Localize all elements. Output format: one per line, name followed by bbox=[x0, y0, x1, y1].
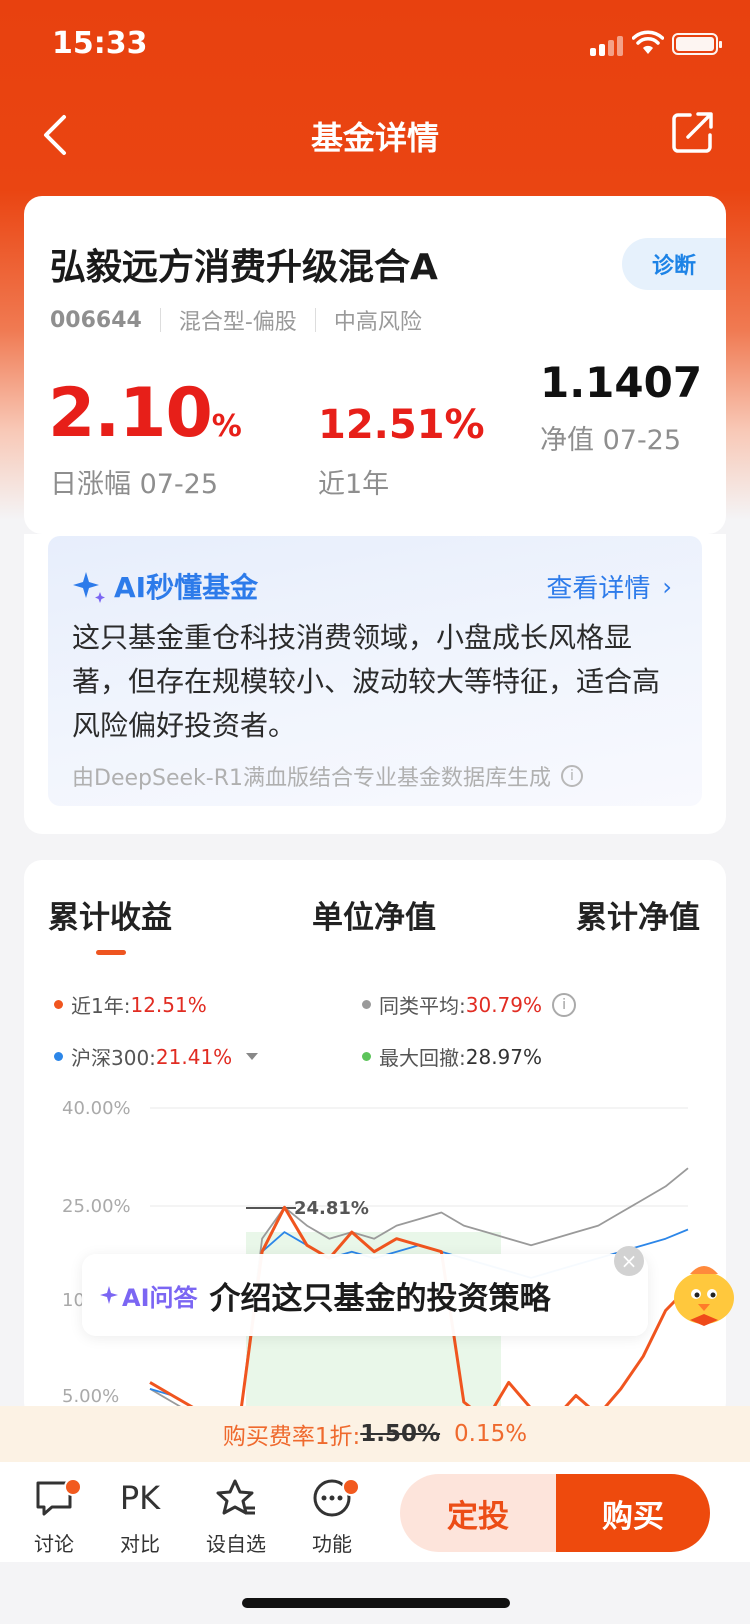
battery-icon bbox=[672, 33, 722, 55]
functions-button[interactable]: 功能 bbox=[292, 1476, 372, 1557]
nav-label: 净值 07-25 bbox=[540, 425, 682, 456]
nav-value: 1.1407 bbox=[540, 358, 703, 407]
star-icon bbox=[216, 1479, 255, 1515]
mascot-chick-icon[interactable] bbox=[660, 1246, 750, 1336]
notification-badge bbox=[342, 1478, 360, 1496]
ai-ask-text: 介绍这只基金的投资策略 bbox=[209, 1280, 551, 1317]
sparkle-icon bbox=[100, 1286, 118, 1304]
bottom-action-bar: 讨论 PK 对比 设自选 功能 定投 购买 bbox=[0, 1462, 750, 1562]
fee-old-rate: 1.50% bbox=[360, 1421, 441, 1447]
sparkle-icon bbox=[73, 572, 105, 603]
return-chart[interactable]: 24.81% bbox=[24, 860, 726, 1420]
status-time: 15:33 bbox=[52, 26, 148, 61]
info-icon[interactable]: i bbox=[560, 765, 583, 787]
divider bbox=[314, 308, 316, 332]
notification-badge bbox=[64, 1478, 82, 1496]
ai-summary-card: AI秒懂基金 查看详情 › 这只基金重仓科技消费领域，小盘成长风格显著，但存在规… bbox=[24, 534, 726, 834]
fund-type: 混合型-偏股 bbox=[178, 310, 297, 335]
share-icon[interactable] bbox=[670, 109, 716, 155]
fee-prefix: 购买费率1折: bbox=[222, 1424, 361, 1450]
compare-button[interactable]: PK 对比 bbox=[100, 1476, 180, 1557]
home-indicator bbox=[242, 1598, 510, 1608]
chevron-right-icon: › bbox=[662, 572, 672, 601]
wifi-icon bbox=[632, 30, 664, 54]
ai-summary-text: 这只基金重仓科技消费领域，小盘成长风格显著，但存在规模较小、波动较大等特征，适合… bbox=[72, 621, 661, 742]
view-details-link[interactable]: 查看详情 › bbox=[546, 568, 672, 605]
fund-summary-card: 弘毅远方消费升级混合A 诊断 006644 混合型-偏股 中高风险 2.10% … bbox=[24, 196, 726, 534]
ai-summary-box[interactable]: AI秒懂基金 查看详情 › 这只基金重仓科技消费领域，小盘成长风格显著，但存在规… bbox=[48, 536, 702, 806]
signal-icon bbox=[590, 34, 626, 56]
ai-ask-tag: AI问答 bbox=[100, 1278, 198, 1313]
fund-code: 006644 bbox=[50, 307, 142, 333]
fund-name: 弘毅远方消费升级混合A bbox=[50, 247, 438, 288]
navigation-bar: 基金详情 bbox=[0, 95, 750, 175]
diagnose-button[interactable]: 诊断 bbox=[622, 238, 726, 290]
divider bbox=[159, 308, 161, 332]
daily-change-value: 2.10% bbox=[48, 374, 242, 453]
close-icon[interactable]: × bbox=[614, 1246, 644, 1276]
fee-new-rate: 0.15% bbox=[454, 1421, 528, 1447]
performance-chart-card: 累计收益 单位净值 累计净值 近1年: 12.51% 同类平均: 30.79% i … bbox=[24, 860, 726, 1420]
ai-ask-bubble[interactable]: AI问答 介绍这只基金的投资策略 bbox=[82, 1254, 648, 1336]
year-change-value: 12.51% bbox=[318, 402, 485, 448]
discuss-button[interactable]: 讨论 bbox=[14, 1476, 94, 1557]
ai-summary-title: AI秒懂基金 bbox=[72, 566, 258, 606]
pk-icon: PK bbox=[119, 1479, 161, 1517]
daily-change-label: 日涨幅 07-25 bbox=[50, 469, 219, 500]
fee-banner[interactable]: 购买费率1折: 1.50% 0.15% bbox=[0, 1406, 750, 1462]
peak-annotation: 24.81% bbox=[294, 1198, 369, 1219]
year-change-label: 近1年 bbox=[318, 469, 390, 500]
add-watchlist-button[interactable]: 设自选 bbox=[196, 1476, 276, 1557]
ai-footnote: 由DeepSeek-R1满血版结合专业基金数据库生成 i bbox=[72, 760, 583, 792]
page-title: 基金详情 bbox=[310, 119, 439, 157]
sip-button[interactable]: 定投 bbox=[400, 1474, 556, 1552]
status-bar: 15:33 bbox=[0, 0, 750, 90]
fund-meta: 006644 混合型-偏股 中高风险 bbox=[50, 304, 422, 336]
fund-risk: 中高风险 bbox=[333, 310, 422, 335]
buy-button[interactable]: 购买 bbox=[556, 1474, 710, 1552]
